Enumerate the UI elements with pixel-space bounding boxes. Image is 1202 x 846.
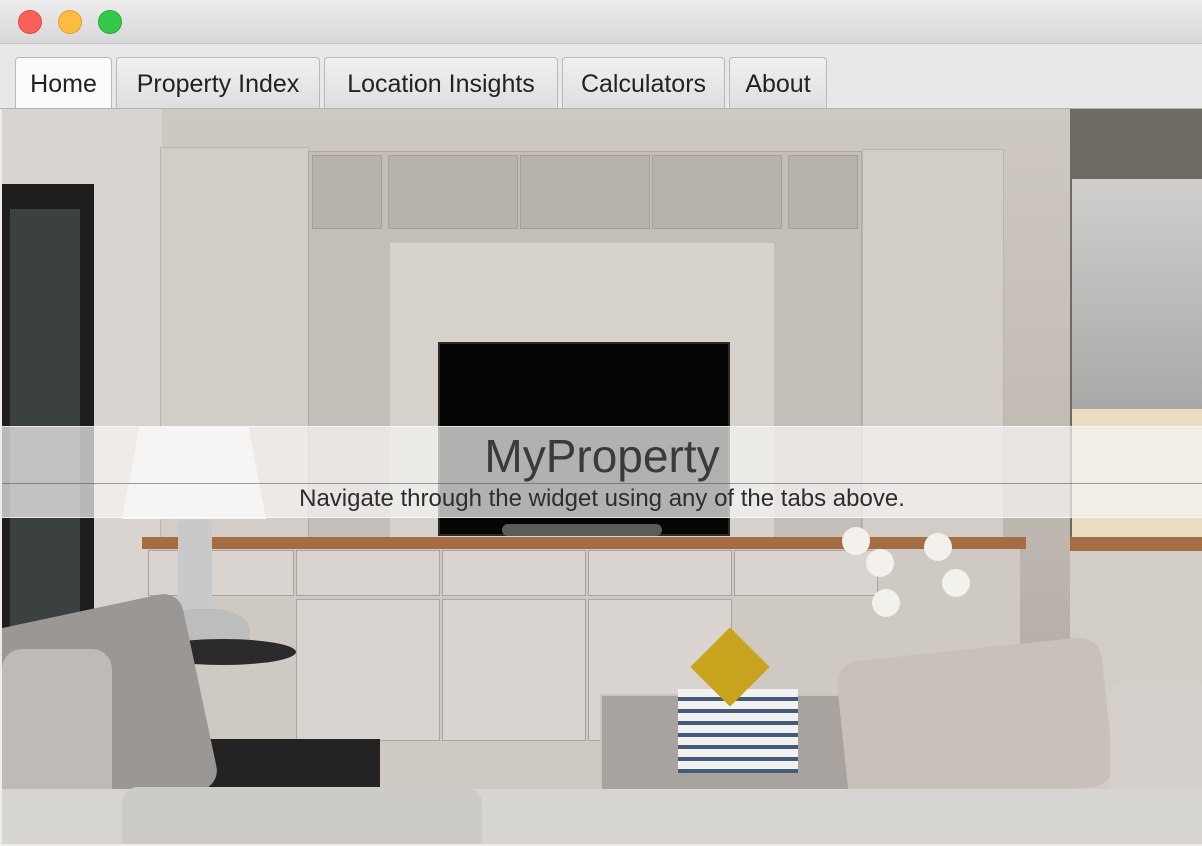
scene-tray bbox=[188, 739, 380, 789]
minimize-icon[interactable] bbox=[58, 10, 82, 34]
page-subtitle: Navigate through the widget using any of… bbox=[299, 485, 905, 512]
scene-books bbox=[678, 689, 798, 773]
scene-drawer bbox=[588, 550, 732, 596]
scene-glassware bbox=[1072, 179, 1202, 409]
maximize-icon[interactable] bbox=[98, 10, 122, 34]
scene-counter-right bbox=[1070, 537, 1202, 551]
scene-cubby bbox=[312, 155, 382, 229]
scene-pillow bbox=[2, 649, 112, 809]
home-background-image: MyProperty Navigate through the widget u… bbox=[2, 109, 1202, 844]
tab-property-index[interactable]: Property Index bbox=[116, 57, 320, 109]
scene-drawer bbox=[442, 599, 586, 741]
welcome-banner: MyProperty Navigate through the widget u… bbox=[2, 426, 1202, 518]
scene-cushion bbox=[122, 787, 482, 844]
app-window: Home Property Index Location Insights Ca… bbox=[0, 0, 1202, 846]
title-bar bbox=[0, 0, 1202, 44]
scene-cubby bbox=[520, 155, 650, 229]
scene-orchid bbox=[832, 519, 982, 649]
tab-calculators[interactable]: Calculators bbox=[562, 57, 725, 109]
tab-location-insights[interactable]: Location Insights bbox=[324, 57, 558, 109]
scene-pillow bbox=[834, 635, 1116, 813]
scene-tv-stand bbox=[502, 524, 662, 536]
scene-cubby bbox=[652, 155, 782, 229]
scene-cubby bbox=[388, 155, 518, 229]
page-title: MyProperty bbox=[484, 430, 720, 482]
close-icon[interactable] bbox=[18, 10, 42, 34]
tab-bar: Home Property Index Location Insights Ca… bbox=[0, 44, 1202, 111]
tab-about[interactable]: About bbox=[729, 57, 827, 109]
scene-drawer bbox=[296, 550, 440, 596]
scene-drawer bbox=[296, 599, 440, 741]
scene-drawer bbox=[148, 550, 294, 596]
scene-cubby bbox=[788, 155, 858, 229]
scene-drawer bbox=[442, 550, 586, 596]
tab-home[interactable]: Home bbox=[15, 57, 112, 111]
